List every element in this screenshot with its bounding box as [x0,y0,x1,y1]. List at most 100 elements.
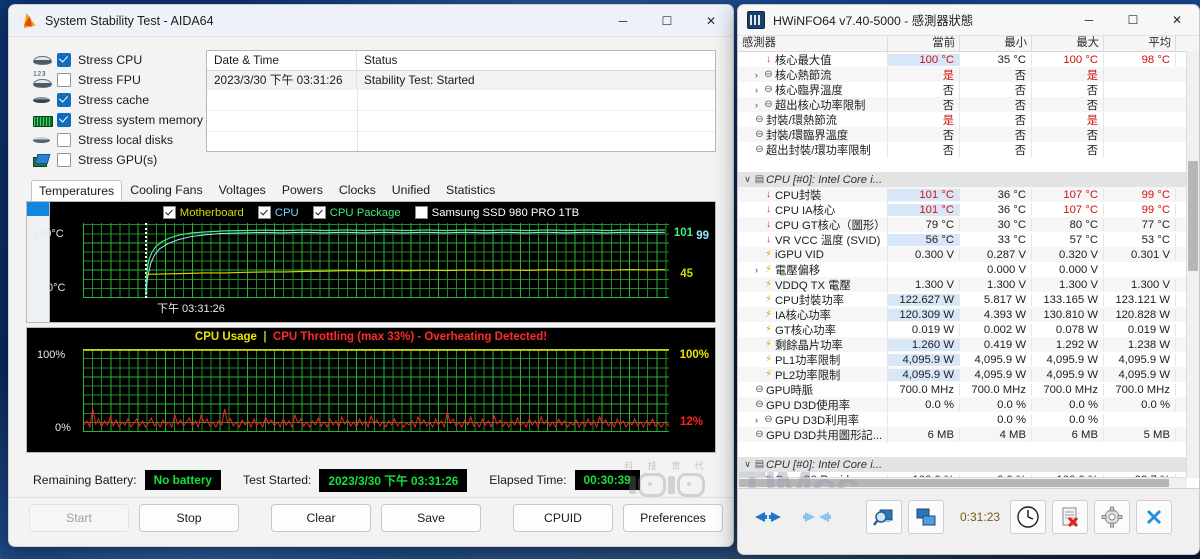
clear-log-icon[interactable] [1052,499,1089,534]
stress-cpu-checkbox[interactable] [57,53,71,67]
sensor-current-value: 56 °C [888,233,960,246]
table-row[interactable]: ⊖ 超出封裝/環功率限制否否否 [738,141,1199,158]
table-row[interactable]: › ⊖ 核心熱節流 是否是 [738,66,1199,83]
tab-cooling-fans[interactable]: Cooling Fans [122,179,210,201]
table-row[interactable]: ⚡ CPU封裝功率 122.627 W 5.817 W 133.165 W 123.121… [738,291,1199,308]
table-row[interactable]: ⊖ GPU D3D共用圖形記... 6 MB 4 MB 6 MB 5 MB [738,426,1199,443]
table-row[interactable]: ↓ VR VCC 溫度 (SVID) 56 °C 33 °C 57 °C 53 °C [738,231,1199,248]
expand-collapse-icon[interactable] [746,501,790,533]
chevron-right-icon[interactable]: › [751,85,762,95]
table-row[interactable]: ↓ CPU封裝 101 °C 36 °C 107 °C 99 °C [738,186,1199,203]
table-row[interactable]: ↓ 核心最大值 100 °C 35 °C 100 °C 98 °C [738,51,1199,68]
legend-checkbox-cpu[interactable] [257,206,271,219]
legend-item-cpu[interactable]: CPU [257,206,299,219]
table-row[interactable]: ⚡ iGPU VID 0.300 V 0.287 V 0.320 V 0.301 V [738,247,1199,262]
chevron-right-icon[interactable]: › [751,70,762,80]
stress-cache-checkbox[interactable] [57,93,71,107]
table-row[interactable]: ⚡ 剩餘晶片功率 1.260 W 0.419 W 1.292 W 1.238 W [738,336,1199,353]
sensor-table-vertical-scrollbar[interactable] [1186,51,1199,478]
table-row[interactable]: › ⊖ 核心臨界溫度否否否 [738,81,1199,98]
tab-clocks[interactable]: Clocks [331,179,384,201]
table-row[interactable]: › ⊖ GPU D3D利用率 0.0 % 0.0 % [738,411,1199,428]
table-row[interactable]: ⊖ 封裝/環熱節流 是否是 [738,111,1199,128]
collapse-expand-icon[interactable] [796,501,840,533]
stress-memory-checkbox[interactable] [57,113,71,127]
table-row[interactable]: ⊖ GPU時脈 700.0 MHz 700.0 MHz 700.0 MHz 700.0 M… [738,381,1199,398]
table-row[interactable]: ↓ CPU GT核心（圖形） 79 °C 30 °C 80 °C 77 °C [738,216,1199,233]
cpu-chip-icon: ▤ [754,459,765,470]
table-row[interactable]: ↓ CPU IA核心 101 °C 36 °C 107 °C 99 °C [738,201,1199,218]
stress-gpu-checkbox[interactable] [57,153,71,167]
preferences-button[interactable]: Preferences [623,504,723,532]
sensor-group-header[interactable]: ∨ ▤ CPU [#0]: Intel Core i... [738,172,1199,187]
chevron-right-icon[interactable]: › [751,100,762,110]
save-button[interactable]: Save [381,504,481,532]
sensor-table[interactable]: 感測器 當前 最小 最大 平均 ↓ 核心最大值 100 °C 35 °C 100 °C 9… [738,36,1199,489]
tab-statistics[interactable]: Statistics [438,179,503,201]
stress-option-cpu[interactable]: Stress CPU [31,50,191,70]
tab-voltages[interactable]: Voltages [211,179,274,201]
stress-option-disks[interactable]: Stress local disks [31,130,191,150]
stress-fpu-checkbox[interactable] [57,73,71,87]
sensor-table-horizontal-scrollbar[interactable] [738,477,1187,488]
table-row[interactable]: ⚡ PL1功率限制 4,095.9 W 4,095.9 W 4,095.9 W 4,095… [738,351,1199,368]
stress-option-cache[interactable]: Stress cache [31,90,191,110]
chevron-down-icon[interactable]: ∨ [742,459,753,470]
stress-option-fpu[interactable]: 123 Stress FPU [31,70,191,90]
cpuid-button[interactable]: CPUID [513,504,613,532]
close-button[interactable]: Close [733,504,734,532]
col-minimum[interactable]: 最小 [960,36,1032,51]
table-row[interactable]: 2023/3/30 下午 03:31:26 Stability Test: St… [207,71,715,89]
hwinfo64-minimize-button[interactable]: ─ [1067,5,1111,36]
chevron-right-icon[interactable]: › [751,265,762,275]
aida64-close-button[interactable]: ✕ [689,5,733,36]
clock-icon[interactable] [1010,499,1047,534]
stop-button[interactable]: Stop [139,504,239,532]
legend-item-cpu-package[interactable]: CPU Package [312,206,401,219]
start-button[interactable]: Start [29,504,129,532]
chevron-down-icon[interactable]: ∨ [742,174,753,185]
tab-powers[interactable]: Powers [274,179,331,201]
table-row [207,131,715,151]
col-sensor[interactable]: 感測器 [738,36,888,51]
table-row[interactable]: ⊖ 封裝/環臨界溫度否否否 [738,126,1199,143]
tab-temperatures[interactable]: Temperatures [31,180,123,202]
legend-item-motherboard[interactable]: Motherboard [162,206,244,219]
legend-checkbox-cpu-package[interactable] [312,206,326,219]
aida64-title-bar[interactable]: System Stability Test - AIDA64 ─ ☐ ✕ [9,5,733,37]
table-row[interactable]: ⊖ GPU D3D使用率 0.0 % 0.0 % 0.0 % 0.0 % [738,396,1199,413]
table-row[interactable]: › ⊖ 超出核心功率限制否否否 [738,96,1199,113]
legend-checkbox-ssd[interactable] [414,206,428,219]
col-current[interactable]: 當前 [888,36,960,51]
stress-disks-checkbox[interactable] [57,133,71,147]
clear-button[interactable]: Clear [271,504,371,532]
stress-option-memory[interactable]: Stress system memory [31,110,203,130]
tab-unified[interactable]: Unified [384,179,438,201]
hwinfo64-close-button[interactable]: ✕ [1155,5,1199,36]
settings-icon[interactable] [1094,499,1131,534]
status-circle-icon: ⊖ [755,384,764,395]
table-row[interactable]: ⚡ VDDQ TX 電壓 1.300 V 1.300 V 1.300 V 1.300 V [738,276,1199,293]
legend-checkbox-motherboard[interactable] [162,206,176,219]
col-maximum[interactable]: 最大 [1032,36,1104,51]
chevron-right-icon[interactable]: › [751,415,762,425]
legend-item-ssd[interactable]: Samsung SSD 980 PRO 1TB [414,206,579,219]
sensor-group-header[interactable]: ∨ ▤ CPU [#0]: Intel Core i... [738,457,1199,472]
aida64-minimize-button[interactable]: ─ [601,5,645,36]
remote-monitor-icon[interactable] [908,499,944,534]
table-row[interactable]: ⚡ GT核心功率 0.019 W 0.002 W 0.078 W 0.019 W [738,321,1199,338]
table-row[interactable]: ⚡ IA核心功率 120.309 W 4.393 W 130.810 W 120.828 … [738,306,1199,323]
col-average[interactable]: 平均 [1104,36,1176,51]
scrollbar-thumb[interactable] [1188,161,1198,271]
stress-option-gpu[interactable]: Stress GPU(s) [31,150,191,170]
table-row[interactable]: ⚡ PL2功率限制 4,095.9 W 4,095.9 W 4,095.9 W 4,095… [738,366,1199,383]
close-icon[interactable] [1136,499,1173,534]
hwinfo64-title-bar[interactable]: HWiNFO64 v7.40-5000 - 感測器狀態 ─ ☐ ✕ [738,5,1199,36]
hwinfo64-maximize-button[interactable]: ☐ [1111,5,1155,36]
aida64-maximize-button[interactable]: ☐ [645,5,689,36]
event-log-table[interactable]: Date & Time Status 2023/3/30 下午 03:31:26… [206,50,716,152]
table-row[interactable]: › ⚡ 電壓偏移 0.000 V 0.000 V [738,261,1199,278]
temperature-chart-scrollbar[interactable] [27,202,50,322]
sensor-search-icon[interactable] [866,499,902,534]
scrollbar-thumb[interactable] [739,479,1169,487]
